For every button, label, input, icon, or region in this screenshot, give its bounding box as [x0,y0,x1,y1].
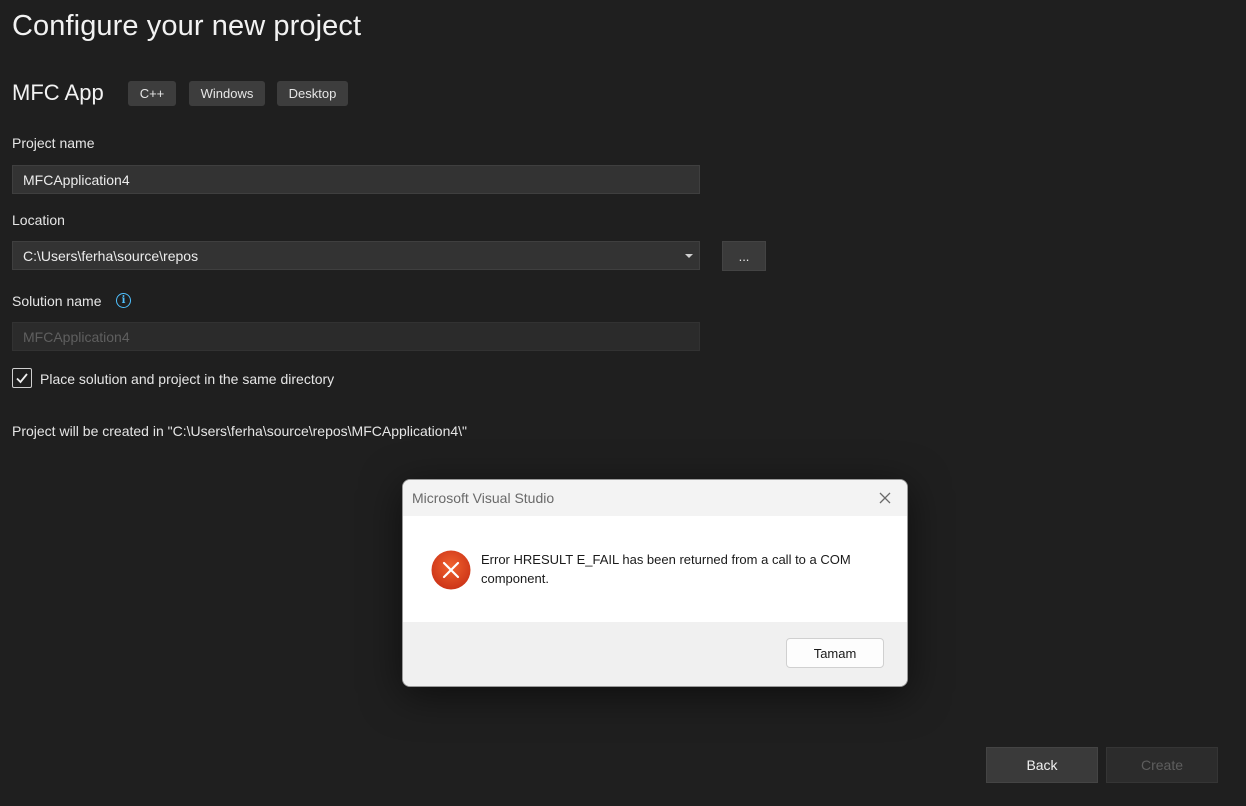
dialog-titlebar[interactable]: Microsoft Visual Studio [403,480,907,516]
error-icon [431,550,471,590]
tag-project-type: Desktop [277,81,348,106]
location-combobox[interactable]: C:\Users\ferha\source\repos [12,241,700,270]
location-label: Location [12,212,65,228]
ok-button[interactable]: Tamam [786,638,884,668]
same-directory-label[interactable]: Place solution and project in the same d… [40,371,334,387]
solution-name-input: MFCApplication4 [12,322,700,351]
chevron-down-icon[interactable] [685,254,693,258]
solution-name-label: Solution name [12,293,102,309]
info-icon[interactable]: i [116,293,131,308]
error-dialog: Microsoft Visual Studio Error HRESULT E_… [402,479,908,687]
template-name: MFC App [12,80,104,105]
browse-location-button[interactable]: ... [722,241,766,271]
dialog-message: Error HRESULT E_FAIL has been returned f… [481,552,851,586]
project-name-input[interactable]: MFCApplication4 [12,165,700,194]
tag-platform: Windows [189,81,265,106]
dialog-footer: Tamam [403,622,907,686]
create-button: Create [1106,747,1218,783]
back-button[interactable]: Back [986,747,1098,783]
dialog-body: Error HRESULT E_FAIL has been returned f… [403,516,907,622]
configure-project-page: Configure your new project MFC App C++ W… [0,0,1246,806]
project-name-label: Project name [12,135,95,151]
project-path-note: Project will be created in "C:\Users\fer… [12,423,468,439]
close-icon[interactable] [877,490,893,506]
dialog-title: Microsoft Visual Studio [412,490,555,506]
checkmark-icon [16,373,28,384]
page-title: Configure your new project [12,10,362,42]
same-directory-checkbox[interactable] [12,368,32,388]
location-value: C:\Users\ferha\source\repos [23,247,199,264]
tag-language: C++ [128,81,176,106]
